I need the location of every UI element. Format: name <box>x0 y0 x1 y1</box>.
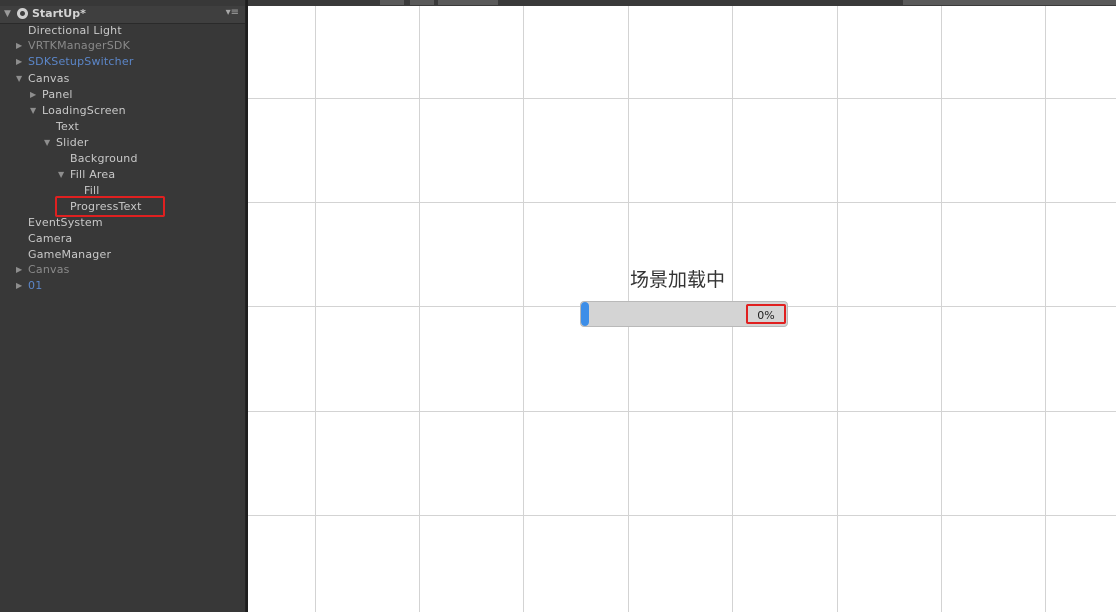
grid-line <box>248 411 1116 412</box>
tree-item-camera[interactable]: Camera <box>28 231 72 247</box>
grid-line <box>419 6 420 612</box>
scene-title: StartUp* <box>32 7 86 20</box>
progress-text: 0% <box>746 304 786 324</box>
scene-view[interactable]: 场景加载中 0% <box>248 6 1116 612</box>
expand-arrow-icon[interactable]: ▶ <box>16 278 22 294</box>
tree-item-label: Canvas <box>28 263 70 276</box>
collapse-arrow-icon[interactable]: ▼ <box>58 167 64 183</box>
grid-line <box>248 202 1116 203</box>
toolbar-button[interactable] <box>438 0 498 5</box>
expand-arrow-icon[interactable]: ▶ <box>16 54 22 70</box>
grid-line <box>248 515 1116 516</box>
tree-item-label: Fill Area <box>70 168 116 181</box>
tree-item-label: Slider <box>56 136 89 149</box>
tree-item-vrtkmanagersdk[interactable]: ▶ VRTKManagerSDK <box>16 38 130 54</box>
hierarchy-panel: ▼ StartUp* ▾≡ Directional Light ▶ VRTKMa… <box>0 0 246 612</box>
grid-line <box>315 6 316 612</box>
collapse-arrow-icon[interactable]: ▼ <box>4 9 11 19</box>
grid-line <box>941 6 942 612</box>
highlight-box <box>55 196 165 217</box>
tree-item-label: Panel <box>42 88 73 101</box>
collapse-arrow-icon[interactable]: ▼ <box>30 103 36 119</box>
tree-item-label: EventSystem <box>28 216 103 229</box>
grid-line <box>248 98 1116 99</box>
tree-item-directional-light[interactable]: Directional Light <box>28 23 122 39</box>
expand-arrow-icon[interactable]: ▶ <box>16 38 22 54</box>
grid-line <box>837 6 838 612</box>
tree-item-loadingscreen[interactable]: ▼ LoadingScreen <box>30 103 126 119</box>
tree-item-label: VRTKManagerSDK <box>28 39 130 52</box>
expand-arrow-icon[interactable]: ▶ <box>16 262 22 278</box>
tree-item-panel[interactable]: ▶ Panel <box>30 87 73 103</box>
toolbar-button[interactable] <box>410 0 434 5</box>
tree-item-sdksetupswitcher[interactable]: ▶ SDKSetupSwitcher <box>16 54 134 70</box>
tree-item-label: Directional Light <box>28 24 122 37</box>
slider-fill <box>581 302 589 326</box>
tree-item-label: 01 <box>28 279 43 292</box>
tree-item-label: Camera <box>28 232 73 245</box>
scene-header[interactable]: ▼ StartUp* ▾≡ <box>0 6 245 24</box>
tree-item-canvas[interactable]: ▼ Canvas <box>16 71 70 87</box>
tree-item-01[interactable]: ▶ 01 <box>16 278 43 294</box>
unity-scene-icon <box>17 8 28 19</box>
collapse-arrow-icon[interactable]: ▼ <box>16 71 22 87</box>
tree-item-canvas-2[interactable]: ▶ Canvas <box>16 262 70 278</box>
tree-item-gamemanager[interactable]: GameManager <box>28 247 111 263</box>
tree-item-background[interactable]: Background <box>70 151 138 167</box>
tree-item-eventsystem[interactable]: EventSystem <box>28 215 103 231</box>
menu-icon[interactable]: ▾≡ <box>226 7 239 18</box>
tree-item-label: Background <box>70 152 138 165</box>
tree-item-text[interactable]: Text <box>56 119 79 135</box>
expand-arrow-icon[interactable]: ▶ <box>30 87 36 103</box>
tree-item-fill-area[interactable]: ▼ Fill Area <box>58 167 116 183</box>
grid-line <box>523 6 524 612</box>
toolbar-button[interactable] <box>380 0 404 5</box>
tree-item-label: SDKSetupSwitcher <box>28 55 134 68</box>
collapse-arrow-icon[interactable]: ▼ <box>44 135 50 151</box>
tree-item-label: GameManager <box>28 248 112 261</box>
tree-item-label: Text <box>56 120 80 133</box>
tree-item-label: Canvas <box>28 72 70 85</box>
search-field[interactable] <box>903 0 1116 5</box>
grid-line <box>1045 6 1046 612</box>
loading-title: 场景加载中 <box>630 269 726 291</box>
tree-item-slider[interactable]: ▼ Slider <box>44 135 89 151</box>
tree-item-label: LoadingScreen <box>42 104 126 117</box>
